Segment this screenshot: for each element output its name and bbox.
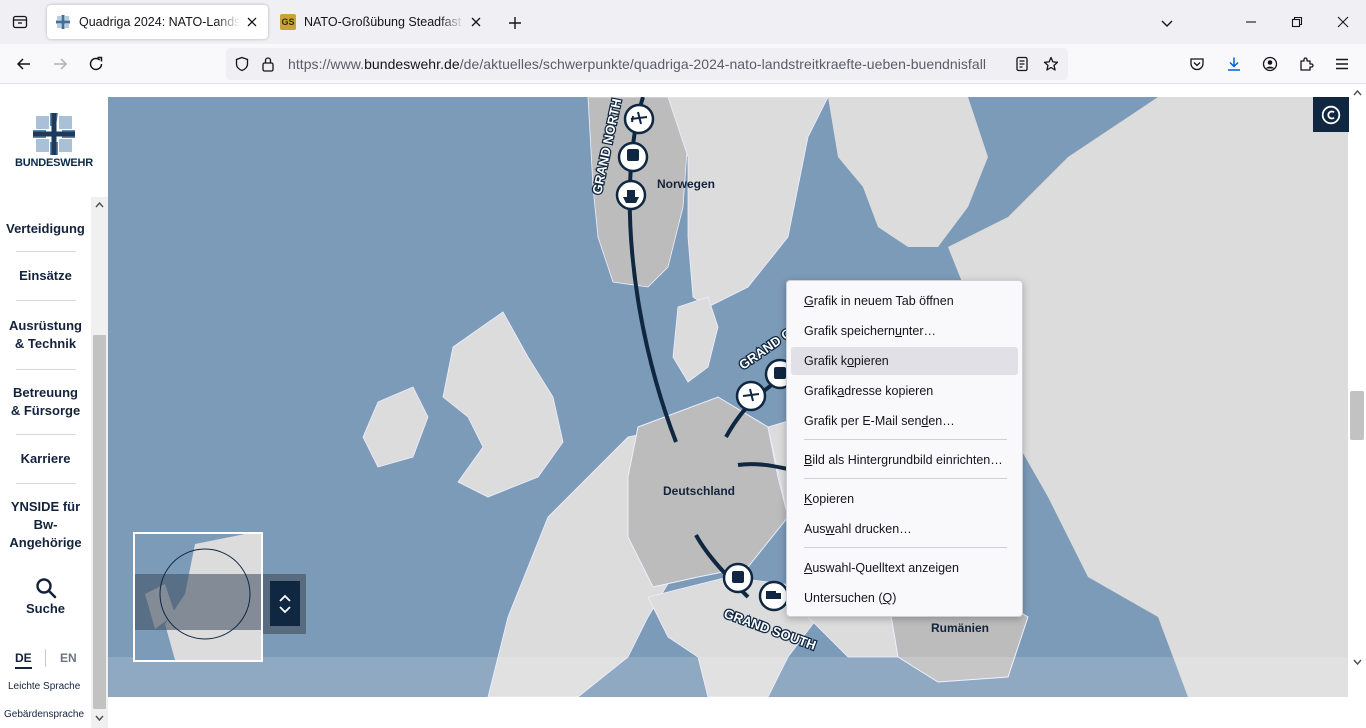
- nav-item-verteidigung[interactable]: Verteidigung: [0, 207, 91, 251]
- menu-set-desktop-background[interactable]: Bild als Hintergrundbild einrichten…: [791, 446, 1018, 474]
- gs-favicon-icon: GS: [280, 14, 296, 30]
- bundeswehr-favicon-icon: [55, 14, 71, 30]
- logo-text: BUNDESWEHR: [14, 157, 94, 169]
- menu-print-selection[interactable]: Aus w ahl drucken…: [791, 515, 1018, 543]
- url-prefix: https://www.: [288, 56, 365, 72]
- menu-copy-image-link[interactable]: Grafik a dresse kopieren: [791, 377, 1018, 405]
- main-navigation: Verteidigung Einsätze Ausrüstung & Techn…: [0, 207, 91, 566]
- downloads-icon[interactable]: [1220, 50, 1248, 78]
- menu-separator: [804, 439, 1007, 440]
- close-tab-icon[interactable]: [468, 14, 484, 30]
- ship-marker-icon: [615, 179, 647, 211]
- shield-icon[interactable]: [232, 54, 252, 74]
- reload-icon[interactable]: [82, 50, 110, 78]
- overview-minimap[interactable]: [133, 532, 263, 662]
- url-domain: bundeswehr.de: [364, 56, 460, 72]
- menu-separator: [804, 547, 1007, 548]
- expand-collapse-button[interactable]: [270, 581, 300, 626]
- tab-title: Quadriga 2024: NATO-Landstreitkräfte: [79, 15, 240, 29]
- menu-open-image-new-tab[interactable]: Grafik in neuem Tab öffnen: [791, 287, 1018, 315]
- list-all-tabs-icon[interactable]: [1154, 10, 1180, 36]
- bundeswehr-logo[interactable]: BUNDESWEHR: [14, 113, 94, 169]
- web-page: BUNDESWEHR Verteidigung Einsätze Ausrüst…: [0, 85, 1366, 728]
- minimap-control: [263, 574, 306, 634]
- tab-overview-icon[interactable]: [6, 8, 34, 36]
- nav-item-karriere[interactable]: Karriere: [0, 435, 91, 483]
- sidebar-scrollbar[interactable]: [91, 197, 108, 728]
- map-label-norway: Norwegen: [657, 177, 715, 191]
- menu-separator: [804, 478, 1007, 479]
- language-de-link[interactable]: DE: [15, 651, 32, 669]
- page-scroll-thumb[interactable]: [1350, 391, 1364, 440]
- tab-steadfast[interactable]: GS NATO-Großübung Steadfast Defender: [272, 5, 492, 39]
- sign-language-link[interactable]: Gebärdensprache: [4, 709, 84, 720]
- account-icon[interactable]: [1256, 50, 1284, 78]
- airplane-marker-icon: [735, 380, 767, 412]
- back-arrow-icon[interactable]: [10, 50, 38, 78]
- url-path: /de/aktuelles/schwerpunkte/quadriga-2024…: [459, 56, 987, 72]
- language-en-link[interactable]: EN: [60, 651, 77, 665]
- easy-language-link[interactable]: Leichte Sprache: [8, 681, 80, 692]
- chevron-up-down-icon: [279, 594, 291, 613]
- close-window-icon[interactable]: [1320, 0, 1366, 44]
- address-bar[interactable]: https://www.bundeswehr.de/de/aktuelles/s…: [226, 48, 1068, 80]
- page-scrollbar[interactable]: [1349, 85, 1366, 728]
- menu-save-image-as[interactable]: Grafik speichern u nter…: [791, 317, 1018, 345]
- menu-copy[interactable]: Kopieren: [791, 485, 1018, 513]
- truck-marker-icon: [758, 580, 790, 612]
- nav-item-ynside[interactable]: YNSIDE für Bw- Angehörige: [0, 484, 91, 566]
- nav-item-ausruestung[interactable]: Ausrüstung & Technik: [0, 301, 91, 369]
- search-label: Suche: [25, 601, 65, 616]
- context-menu: Grafik in neuem Tab öffnen Grafik speich…: [786, 280, 1023, 617]
- sidebar-scroll-thumb[interactable]: [93, 335, 106, 709]
- navigation-toolbar: https://www.bundeswehr.de/de/aktuelles/s…: [0, 44, 1366, 84]
- copyright-icon[interactable]: [1313, 97, 1349, 132]
- bookmark-star-icon[interactable]: [1041, 54, 1061, 74]
- restore-window-icon[interactable]: [1274, 0, 1320, 44]
- reader-view-icon[interactable]: [1012, 54, 1032, 74]
- site-sidebar: BUNDESWEHR Verteidigung Einsätze Ausrüst…: [0, 85, 108, 728]
- menu-email-image[interactable]: Grafik per E-Mail sen d en…: [791, 407, 1018, 435]
- close-tab-icon[interactable]: [244, 14, 260, 30]
- minimize-window-icon[interactable]: [1228, 0, 1274, 44]
- hamburger-menu-icon[interactable]: [1328, 50, 1356, 78]
- url-text[interactable]: https://www.bundeswehr.de/de/aktuelles/s…: [288, 56, 986, 72]
- tab-strip: Quadriga 2024: NATO-Landstreitkräfte GS …: [0, 0, 1366, 44]
- train-marker-icon: [722, 562, 754, 594]
- menu-view-selection-source[interactable]: Auswahl-Quelltext anzeigen: [791, 554, 1018, 582]
- airplane-marker-icon: [623, 103, 655, 135]
- search-button[interactable]: Suche: [0, 577, 91, 616]
- scroll-up-icon[interactable]: [1353, 89, 1362, 96]
- tab-quadriga[interactable]: Quadriga 2024: NATO-Landstreitkräfte: [47, 5, 268, 39]
- scroll-down-icon[interactable]: [95, 715, 104, 722]
- extensions-icon[interactable]: [1292, 50, 1320, 78]
- new-tab-icon[interactable]: [502, 10, 528, 36]
- menu-inspect[interactable]: Untersuchen (Q): [791, 584, 1018, 612]
- scroll-up-icon[interactable]: [95, 201, 104, 208]
- iron-cross-icon: [33, 113, 75, 155]
- nav-item-einsaetze[interactable]: Einsätze: [0, 252, 91, 300]
- forward-arrow-icon[interactable]: [46, 50, 74, 78]
- menu-copy-image[interactable]: Grafik k o pieren: [791, 347, 1018, 375]
- pocket-icon[interactable]: [1183, 50, 1211, 78]
- train-marker-icon: [617, 141, 649, 173]
- scroll-down-icon[interactable]: [1353, 659, 1362, 666]
- map-label-germany: Deutschland: [663, 484, 735, 498]
- search-icon: [35, 578, 56, 599]
- tab-title: NATO-Großübung Steadfast Defender: [304, 15, 464, 29]
- lock-icon[interactable]: [258, 54, 278, 74]
- map-label-romania: Rumänien: [931, 621, 989, 635]
- nav-item-betreuung[interactable]: Betreuung & Fürsorge: [0, 370, 91, 434]
- minimap-image: [135, 534, 261, 660]
- language-divider: [45, 649, 46, 667]
